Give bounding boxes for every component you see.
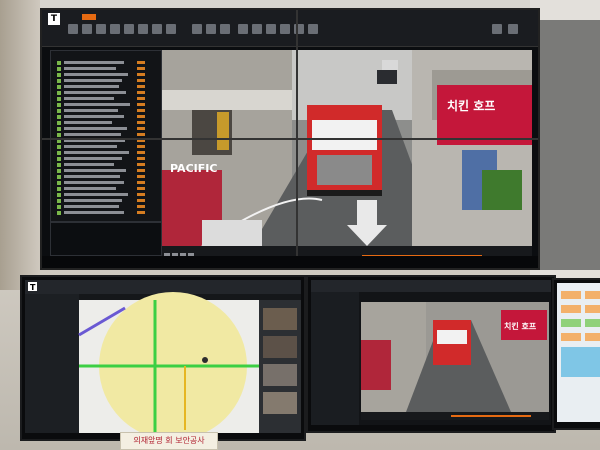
monitor-map: T — [20, 275, 306, 441]
camera-feed-main: PACIFIC 치킨 호프 — [162, 50, 532, 246]
gis-map: T — [25, 280, 301, 433]
list-item[interactable] — [57, 67, 145, 71]
record-icon[interactable] — [110, 24, 120, 34]
app-logo: T — [48, 13, 60, 25]
list-item[interactable] — [57, 181, 145, 185]
monitor-camera: 치킨 호프 — [306, 275, 556, 433]
bezel-seam — [296, 10, 298, 268]
export-icon[interactable] — [166, 24, 176, 34]
bezel-seam — [42, 138, 538, 140]
search-icon[interactable] — [124, 24, 134, 34]
camera-tree-panel — [50, 50, 162, 222]
street-scene: PACIFIC 치킨 호프 — [162, 50, 532, 246]
list-item[interactable] — [57, 145, 145, 149]
toolbar-button[interactable] — [308, 24, 318, 34]
list-item[interactable] — [57, 103, 145, 107]
list-item[interactable] — [57, 163, 145, 167]
toolbar-button[interactable] — [206, 24, 216, 34]
toolbar-button[interactable] — [266, 24, 276, 34]
app-logo: T — [30, 283, 36, 292]
list-item[interactable] — [57, 157, 145, 161]
list-item[interactable] — [57, 193, 145, 197]
list-item[interactable] — [57, 115, 145, 119]
window-control[interactable] — [492, 24, 502, 34]
list-item[interactable] — [57, 169, 145, 173]
toolbar-button[interactable] — [192, 24, 202, 34]
list-item[interactable] — [57, 73, 145, 77]
preview-panel — [50, 222, 162, 256]
video-wall-display: T PACIFIC 치킨 호프 — [40, 8, 540, 270]
taskbar — [42, 256, 538, 268]
list-item[interactable] — [57, 211, 145, 215]
street-sign-left: PACIFIC — [170, 162, 217, 175]
list-item[interactable] — [57, 187, 145, 191]
playback-bar[interactable] — [162, 246, 532, 259]
toolbar-button[interactable] — [220, 24, 230, 34]
window — [535, 20, 600, 270]
list-item[interactable] — [57, 61, 145, 65]
map-application: T — [25, 280, 301, 433]
map-icon[interactable] — [138, 24, 148, 34]
vms-toolbar: T — [42, 10, 538, 47]
toolbar-button[interactable] — [280, 24, 290, 34]
camera-scene: 치킨 호프 — [311, 280, 551, 425]
camera-icon[interactable] — [68, 24, 78, 34]
monitor-control-panel — [552, 278, 600, 430]
settings-icon[interactable] — [152, 24, 162, 34]
control-panel-application — [557, 283, 600, 422]
list-item[interactable] — [57, 91, 145, 95]
toolbar-button[interactable] — [238, 24, 248, 34]
list-item[interactable] — [57, 175, 145, 179]
shop-sign-korean: 치킨 호프 — [504, 321, 537, 331]
list-item[interactable] — [57, 205, 145, 209]
list-item[interactable] — [57, 199, 145, 203]
grid-icon[interactable] — [96, 24, 106, 34]
list-item[interactable] — [57, 109, 145, 113]
layout-icon[interactable] — [82, 24, 92, 34]
list-item[interactable] — [57, 97, 145, 101]
window-control[interactable] — [508, 24, 518, 34]
shop-sign-korean: 치킨 호프 — [447, 98, 495, 113]
control-buttons — [561, 291, 600, 377]
active-tab[interactable] — [82, 14, 96, 20]
wall-panel-left — [0, 0, 40, 290]
desk-sign: 의재앞명 회 보안공사 — [120, 432, 218, 450]
list-item[interactable] — [57, 133, 145, 137]
toolbar-button[interactable] — [252, 24, 262, 34]
list-item[interactable] — [57, 85, 145, 89]
camera-application: 치킨 호프 — [311, 280, 551, 425]
list-item[interactable] — [57, 79, 145, 83]
list-item[interactable] — [57, 127, 145, 131]
list-item[interactable] — [57, 151, 145, 155]
list-item[interactable] — [57, 121, 145, 125]
